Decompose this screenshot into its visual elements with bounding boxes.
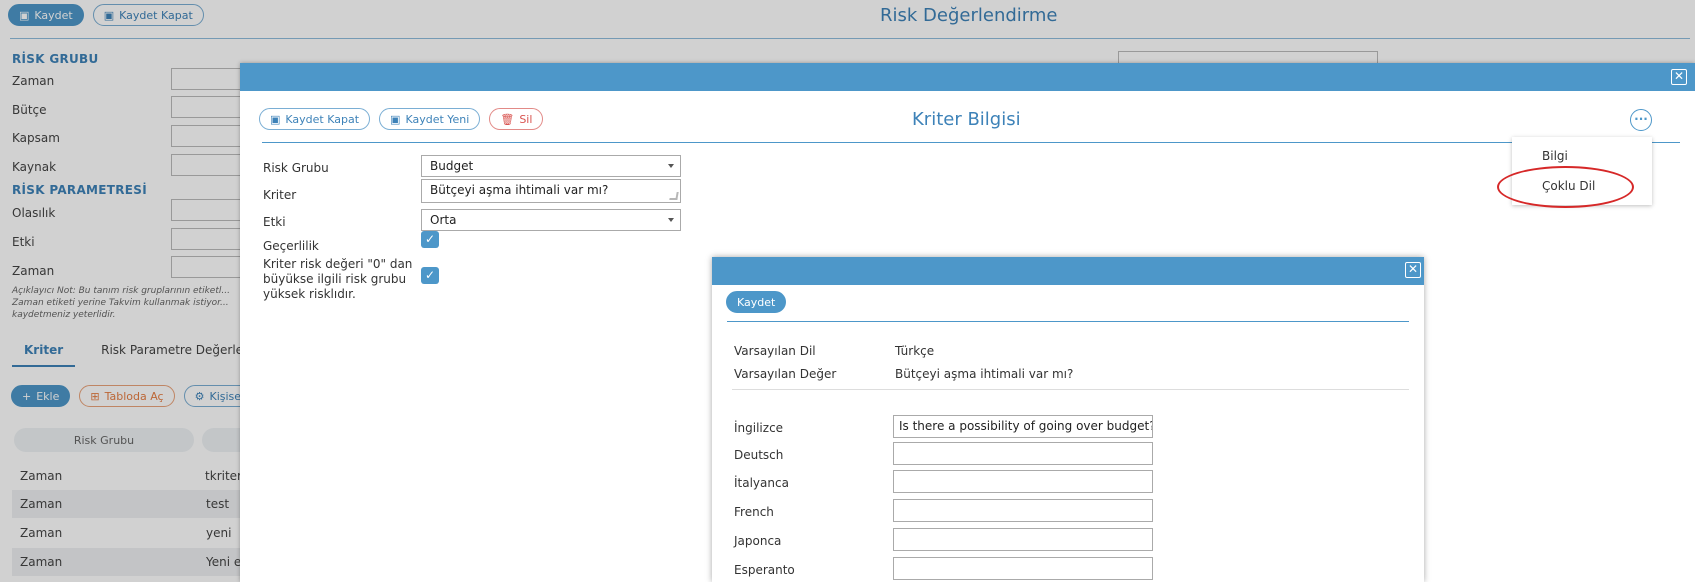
- threshold-checkbox[interactable]: ✓: [421, 267, 439, 284]
- impact-select[interactable]: Orta: [421, 209, 681, 231]
- default-language-value: Türkçe: [895, 344, 935, 358]
- criterion-textarea[interactable]: Bütçeyi aşma ihtimali var mı?: [421, 179, 681, 203]
- default-value-value: Bütçeyi aşma ihtimali var mı?: [895, 367, 1074, 381]
- close-icon[interactable]: ✕: [1671, 69, 1687, 85]
- save-icon: ▣: [270, 112, 281, 126]
- default-language-label: Varsayılan Dil: [734, 344, 816, 358]
- close-icon[interactable]: ✕: [1405, 262, 1421, 278]
- highlight-annotation: [1497, 166, 1634, 208]
- delete-button[interactable]: 🗑 Sil: [489, 108, 544, 130]
- modal-title: Kriter Bilgisi: [912, 109, 1021, 130]
- threshold-label: Kriter risk değeri "0" dan büyükse ilgil…: [263, 257, 413, 301]
- modal-header: ✕: [240, 63, 1695, 91]
- translation-input-japanese[interactable]: [893, 528, 1153, 551]
- validity-checkbox[interactable]: ✓: [421, 231, 439, 248]
- lang-label-japanese: Japonca: [734, 534, 782, 548]
- criterion-modal: ✕ ▣ Kaydet Kapat ▣ Kaydet Yeni 🗑 Sil Kri…: [240, 63, 1695, 582]
- lang-label-french: French: [734, 505, 774, 519]
- lang-label-italian: İtalyanca: [734, 476, 789, 490]
- trash-icon: 🗑: [500, 112, 515, 126]
- modal-header: ✕: [712, 257, 1424, 285]
- risk-group-select[interactable]: Budget: [421, 155, 681, 177]
- divider: [732, 389, 1409, 390]
- default-value-label: Varsayılan Değer: [734, 367, 837, 381]
- chevron-down-icon: [668, 218, 674, 222]
- risk-group-label: Risk Grubu: [263, 161, 329, 175]
- translation-input-deutsch[interactable]: [893, 442, 1153, 465]
- criterion-label: Kriter: [263, 188, 297, 202]
- translation-input-italian[interactable]: [893, 470, 1153, 493]
- impact-label: Etki: [263, 215, 286, 229]
- lang-label-deutsch: Deutsch: [734, 448, 784, 462]
- lang-label-esperanto: Esperanto: [734, 563, 795, 577]
- save-button[interactable]: Kaydet: [726, 291, 787, 313]
- lang-label-english: İngilizce: [734, 421, 784, 435]
- translation-input-french[interactable]: [893, 499, 1153, 522]
- menu-item-info[interactable]: Bilgi: [1542, 149, 1568, 163]
- save-new-button[interactable]: ▣ Kaydet Yeni: [379, 108, 481, 130]
- multi-language-modal: ✕ Kaydet Varsayılan Dil Türkçe Varsayıla…: [712, 257, 1424, 582]
- modal-toolbar: ▣ Kaydet Kapat ▣ Kaydet Yeni 🗑 Sil: [259, 108, 544, 130]
- save-icon: ▣: [390, 112, 401, 126]
- validity-label: Geçerlilik: [263, 239, 319, 253]
- resize-handle-icon[interactable]: [669, 192, 679, 200]
- more-options-button[interactable]: ···: [1630, 109, 1652, 131]
- save-close-button[interactable]: ▣ Kaydet Kapat: [259, 108, 371, 130]
- translation-input-esperanto[interactable]: [893, 557, 1153, 580]
- translation-input-english[interactable]: Is there a possibility of going over bud…: [893, 415, 1153, 438]
- divider: [727, 321, 1409, 322]
- divider: [262, 142, 1680, 143]
- chevron-down-icon: [668, 164, 674, 168]
